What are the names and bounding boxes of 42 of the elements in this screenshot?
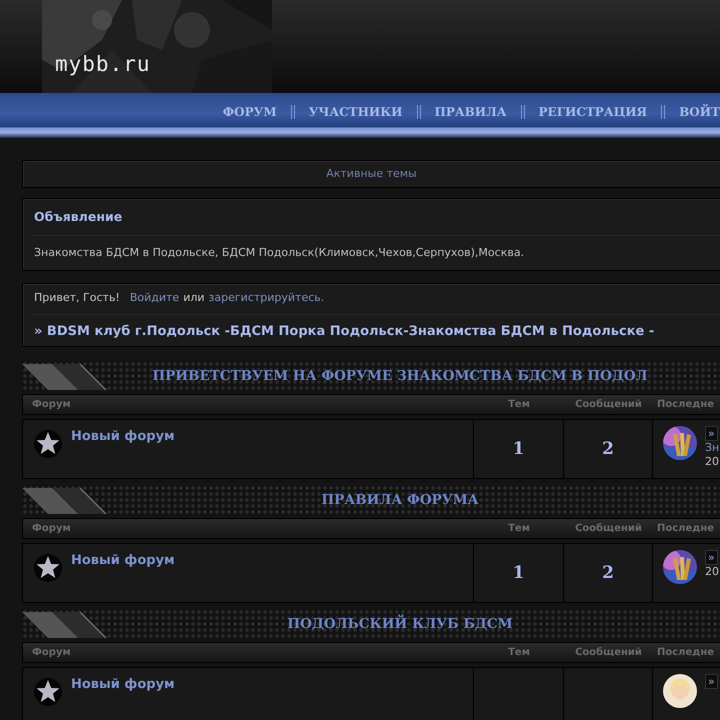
announcement-title: Объявление [33, 208, 124, 226]
column-header: Последне [657, 399, 714, 410]
column-header: Последне [657, 523, 714, 534]
category-title[interactable]: ПОДОЛЬСКИЙ КЛУБ БДСМ [110, 614, 720, 634]
topic-count: 1 [512, 438, 524, 460]
register-link[interactable]: зарегистрируйтесь. [208, 290, 324, 307]
column-header: Тем [508, 523, 530, 534]
forum-link[interactable]: Новый форум [71, 551, 175, 596]
column-header: Тем [508, 647, 530, 658]
login-link[interactable]: Войдите [130, 290, 180, 307]
board-title: » BDSM клуб г.Подольск -БДСМ Порка Подольск-Знакомства БДСМ в Подольске - [33, 322, 656, 341]
column-header: Сообщений [575, 647, 642, 658]
category-title[interactable]: ПРАВИЛА ФОРУМА [110, 490, 720, 510]
nav-link[interactable]: ПРАВИЛА [420, 102, 521, 120]
column-header: Форум [32, 647, 71, 658]
post-count: 2 [602, 562, 614, 584]
column-header: Тем [508, 399, 530, 410]
nav-link[interactable]: РЕГИСТРАЦИЯ [524, 102, 662, 120]
topic-count: 1 [512, 562, 524, 584]
last-post-link[interactable]: Зн [705, 441, 720, 455]
column-header: Сообщений [575, 523, 642, 534]
column-header: Форум [32, 399, 71, 410]
last-post-button[interactable]: » [705, 550, 718, 566]
forum-link[interactable]: Новый форум [71, 675, 175, 720]
logo[interactable]: mybb.ru [55, 54, 151, 75]
category-title[interactable]: ПРИВЕТСТВУЕМ НА ФОРУМЕ ЗНАКОМСТВА БДСМ В ПОДОЛ [110, 366, 720, 386]
forum-link[interactable]: Новый форум [71, 427, 175, 472]
active-topics-link[interactable]: Активные темы [326, 166, 417, 182]
last-post-date: 20 [705, 565, 719, 579]
column-header: Форум [32, 523, 71, 534]
last-post-date: 20 [705, 455, 720, 469]
nav-link[interactable]: ФОРУМ [208, 102, 291, 120]
column-header: Сообщений [575, 399, 642, 410]
last-post-button[interactable]: » [705, 426, 718, 442]
or-text: или [183, 290, 205, 306]
last-post-button[interactable]: » [705, 674, 718, 690]
greeting-text: Привет, Гость! [34, 290, 120, 306]
announcement-text: Знакомства БДСМ в Подольске, БДСМ Подольск(Климовск,Чехов,Серпухов),Москва. [33, 244, 526, 261]
nav-link[interactable]: УЧАСТНИКИ [294, 102, 417, 120]
nav-link[interactable]: ВОЙТ [665, 102, 720, 120]
column-header: Последне [657, 647, 714, 658]
post-count: 2 [602, 438, 614, 460]
